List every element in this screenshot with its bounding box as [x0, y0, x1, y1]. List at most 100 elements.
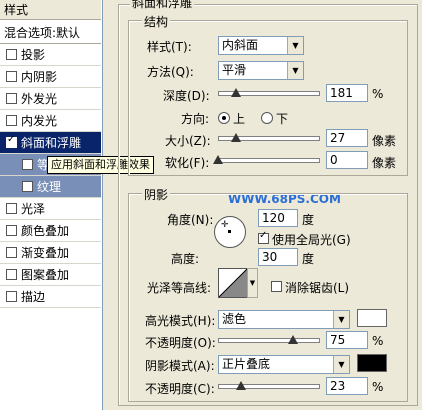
- highlight-opacity-thumb[interactable]: [288, 335, 298, 344]
- highlight-opacity-field[interactable]: 75: [326, 331, 368, 349]
- style-item[interactable]: 斜面和浮雕: [0, 132, 101, 154]
- styles-header: 样式: [0, 0, 101, 20]
- percent-unit: %: [372, 334, 384, 348]
- style-item-checkbox[interactable]: [6, 269, 17, 280]
- size-field[interactable]: 27: [326, 129, 368, 147]
- style-item-label: 内发光: [21, 114, 58, 128]
- antialias-checkbox[interactable]: [271, 281, 282, 292]
- highlight-mode-select[interactable]: 滤色 ▼: [218, 310, 350, 329]
- chevron-down-icon: ▼: [333, 311, 349, 328]
- depth-field[interactable]: 181: [326, 84, 368, 102]
- style-item-label: 外发光: [21, 92, 58, 106]
- angle-unit: 度: [302, 213, 315, 227]
- highlight-opacity-label: 不透明度(O):: [145, 336, 216, 350]
- style-item-label: 渐变叠加: [21, 246, 70, 260]
- size-label: 大小(Z):: [165, 134, 211, 148]
- soften-slider-track[interactable]: [218, 158, 320, 163]
- shadow-mode-select[interactable]: 正片叠底 ▼: [218, 355, 350, 374]
- shadow-opacity-track[interactable]: [218, 384, 320, 389]
- style-label: 样式(T):: [147, 40, 192, 54]
- style-item-checkbox[interactable]: [22, 159, 33, 170]
- shading-title: 阴影: [142, 186, 171, 203]
- style-item-checkbox[interactable]: [6, 134, 17, 148]
- soften-slider-thumb[interactable]: [213, 155, 223, 164]
- style-item-checkbox[interactable]: [22, 181, 33, 192]
- style-item[interactable]: 内阴影: [0, 66, 101, 88]
- altitude-unit: 度: [302, 252, 315, 266]
- size-unit: 像素: [372, 134, 397, 148]
- style-item-label: 纹理: [37, 180, 62, 194]
- technique-value: 平滑: [222, 63, 247, 77]
- style-item[interactable]: 纹理: [0, 176, 101, 198]
- percent-unit: %: [372, 87, 384, 101]
- highlight-mode-label: 高光模式(H):: [145, 314, 216, 328]
- gloss-contour-preview[interactable]: [218, 268, 248, 298]
- highlight-mode-value: 滤色: [222, 312, 247, 326]
- direction-label: 方向:: [181, 112, 210, 126]
- style-item-checkbox[interactable]: [6, 49, 17, 60]
- style-item[interactable]: 投影: [0, 44, 101, 66]
- direction-up-label: 上: [233, 112, 246, 126]
- direction-down-label: 下: [276, 112, 289, 126]
- highlight-opacity-track[interactable]: [218, 338, 320, 343]
- soften-unit: 像素: [372, 156, 397, 170]
- altitude-field[interactable]: 30: [258, 248, 298, 266]
- style-item[interactable]: 描边: [0, 286, 101, 308]
- chevron-down-icon: ▼: [287, 62, 303, 79]
- structure-title: 结构: [142, 13, 171, 30]
- direction-down-radio[interactable]: [261, 112, 273, 124]
- soften-field[interactable]: 0: [326, 151, 368, 169]
- percent-unit: %: [372, 380, 384, 394]
- technique-select[interactable]: 平滑 ▼: [218, 61, 304, 80]
- style-item-label: 颜色叠加: [21, 224, 70, 238]
- shadow-mode-value: 正片叠底: [222, 357, 271, 371]
- style-item-label: 内阴影: [21, 70, 58, 84]
- shadow-mode-label: 阴影模式(A):: [145, 359, 215, 373]
- direction-up-radio[interactable]: [218, 112, 230, 124]
- style-select[interactable]: 内斜面 ▼: [218, 36, 304, 55]
- style-item[interactable]: 颜色叠加: [0, 220, 101, 242]
- shadow-color-swatch[interactable]: [357, 354, 387, 372]
- style-item-checkbox[interactable]: [6, 291, 17, 302]
- crosshair-icon: ✛: [221, 220, 229, 230]
- style-item-label: 投影: [21, 48, 46, 62]
- style-item-label: 斜面和浮雕: [21, 136, 82, 150]
- contour-curve-icon: [218, 268, 248, 298]
- technique-label: 方法(Q):: [147, 65, 194, 79]
- depth-slider-thumb[interactable]: [231, 88, 241, 97]
- style-item-label: 描边: [21, 290, 46, 304]
- style-item-checkbox[interactable]: [6, 93, 17, 104]
- shadow-opacity-field[interactable]: 23: [326, 377, 368, 395]
- dial-center-dot: [228, 230, 231, 233]
- styles-list-panel: 样式 混合选项:默认 投影内阴影外发光内发光斜面和浮雕等纹理光泽颜色叠加渐变叠加…: [0, 0, 103, 410]
- chevron-down-icon: ▼: [287, 37, 303, 54]
- global-light-checkbox[interactable]: [258, 230, 269, 244]
- angle-dial[interactable]: ✛: [214, 216, 246, 248]
- angle-field[interactable]: 120: [258, 209, 298, 227]
- style-item-checkbox[interactable]: [6, 247, 17, 258]
- style-item[interactable]: 光泽: [0, 198, 101, 220]
- style-item[interactable]: 外发光: [0, 88, 101, 110]
- chevron-down-icon: ▼: [333, 356, 349, 373]
- shadow-opacity-thumb[interactable]: [236, 381, 246, 390]
- style-item-checkbox[interactable]: [6, 203, 17, 214]
- style-item-label: 光泽: [21, 202, 46, 216]
- blending-options-item[interactable]: 混合选项:默认: [0, 22, 101, 44]
- style-item[interactable]: 内发光: [0, 110, 101, 132]
- style-item-checkbox[interactable]: [6, 225, 17, 236]
- global-light-label: 使用全局光(G): [272, 233, 351, 247]
- style-item-checkbox[interactable]: [6, 115, 17, 126]
- soften-label: 软化(F):: [165, 156, 210, 170]
- angle-label: 角度(N):: [167, 213, 214, 227]
- style-item-checkbox[interactable]: [6, 71, 17, 82]
- bevel-emboss-title: 斜面和浮雕: [130, 0, 195, 11]
- gloss-contour-label: 光泽等高线:: [147, 281, 212, 295]
- highlight-color-swatch[interactable]: [357, 309, 387, 327]
- style-value: 内斜面: [222, 38, 259, 52]
- size-slider-thumb[interactable]: [231, 133, 241, 142]
- shadow-opacity-label: 不透明度(C):: [145, 382, 215, 396]
- style-item[interactable]: 渐变叠加: [0, 242, 101, 264]
- depth-label: 深度(D):: [163, 89, 210, 103]
- chevron-down-icon[interactable]: ▼: [247, 268, 258, 298]
- style-item[interactable]: 图案叠加: [0, 264, 101, 286]
